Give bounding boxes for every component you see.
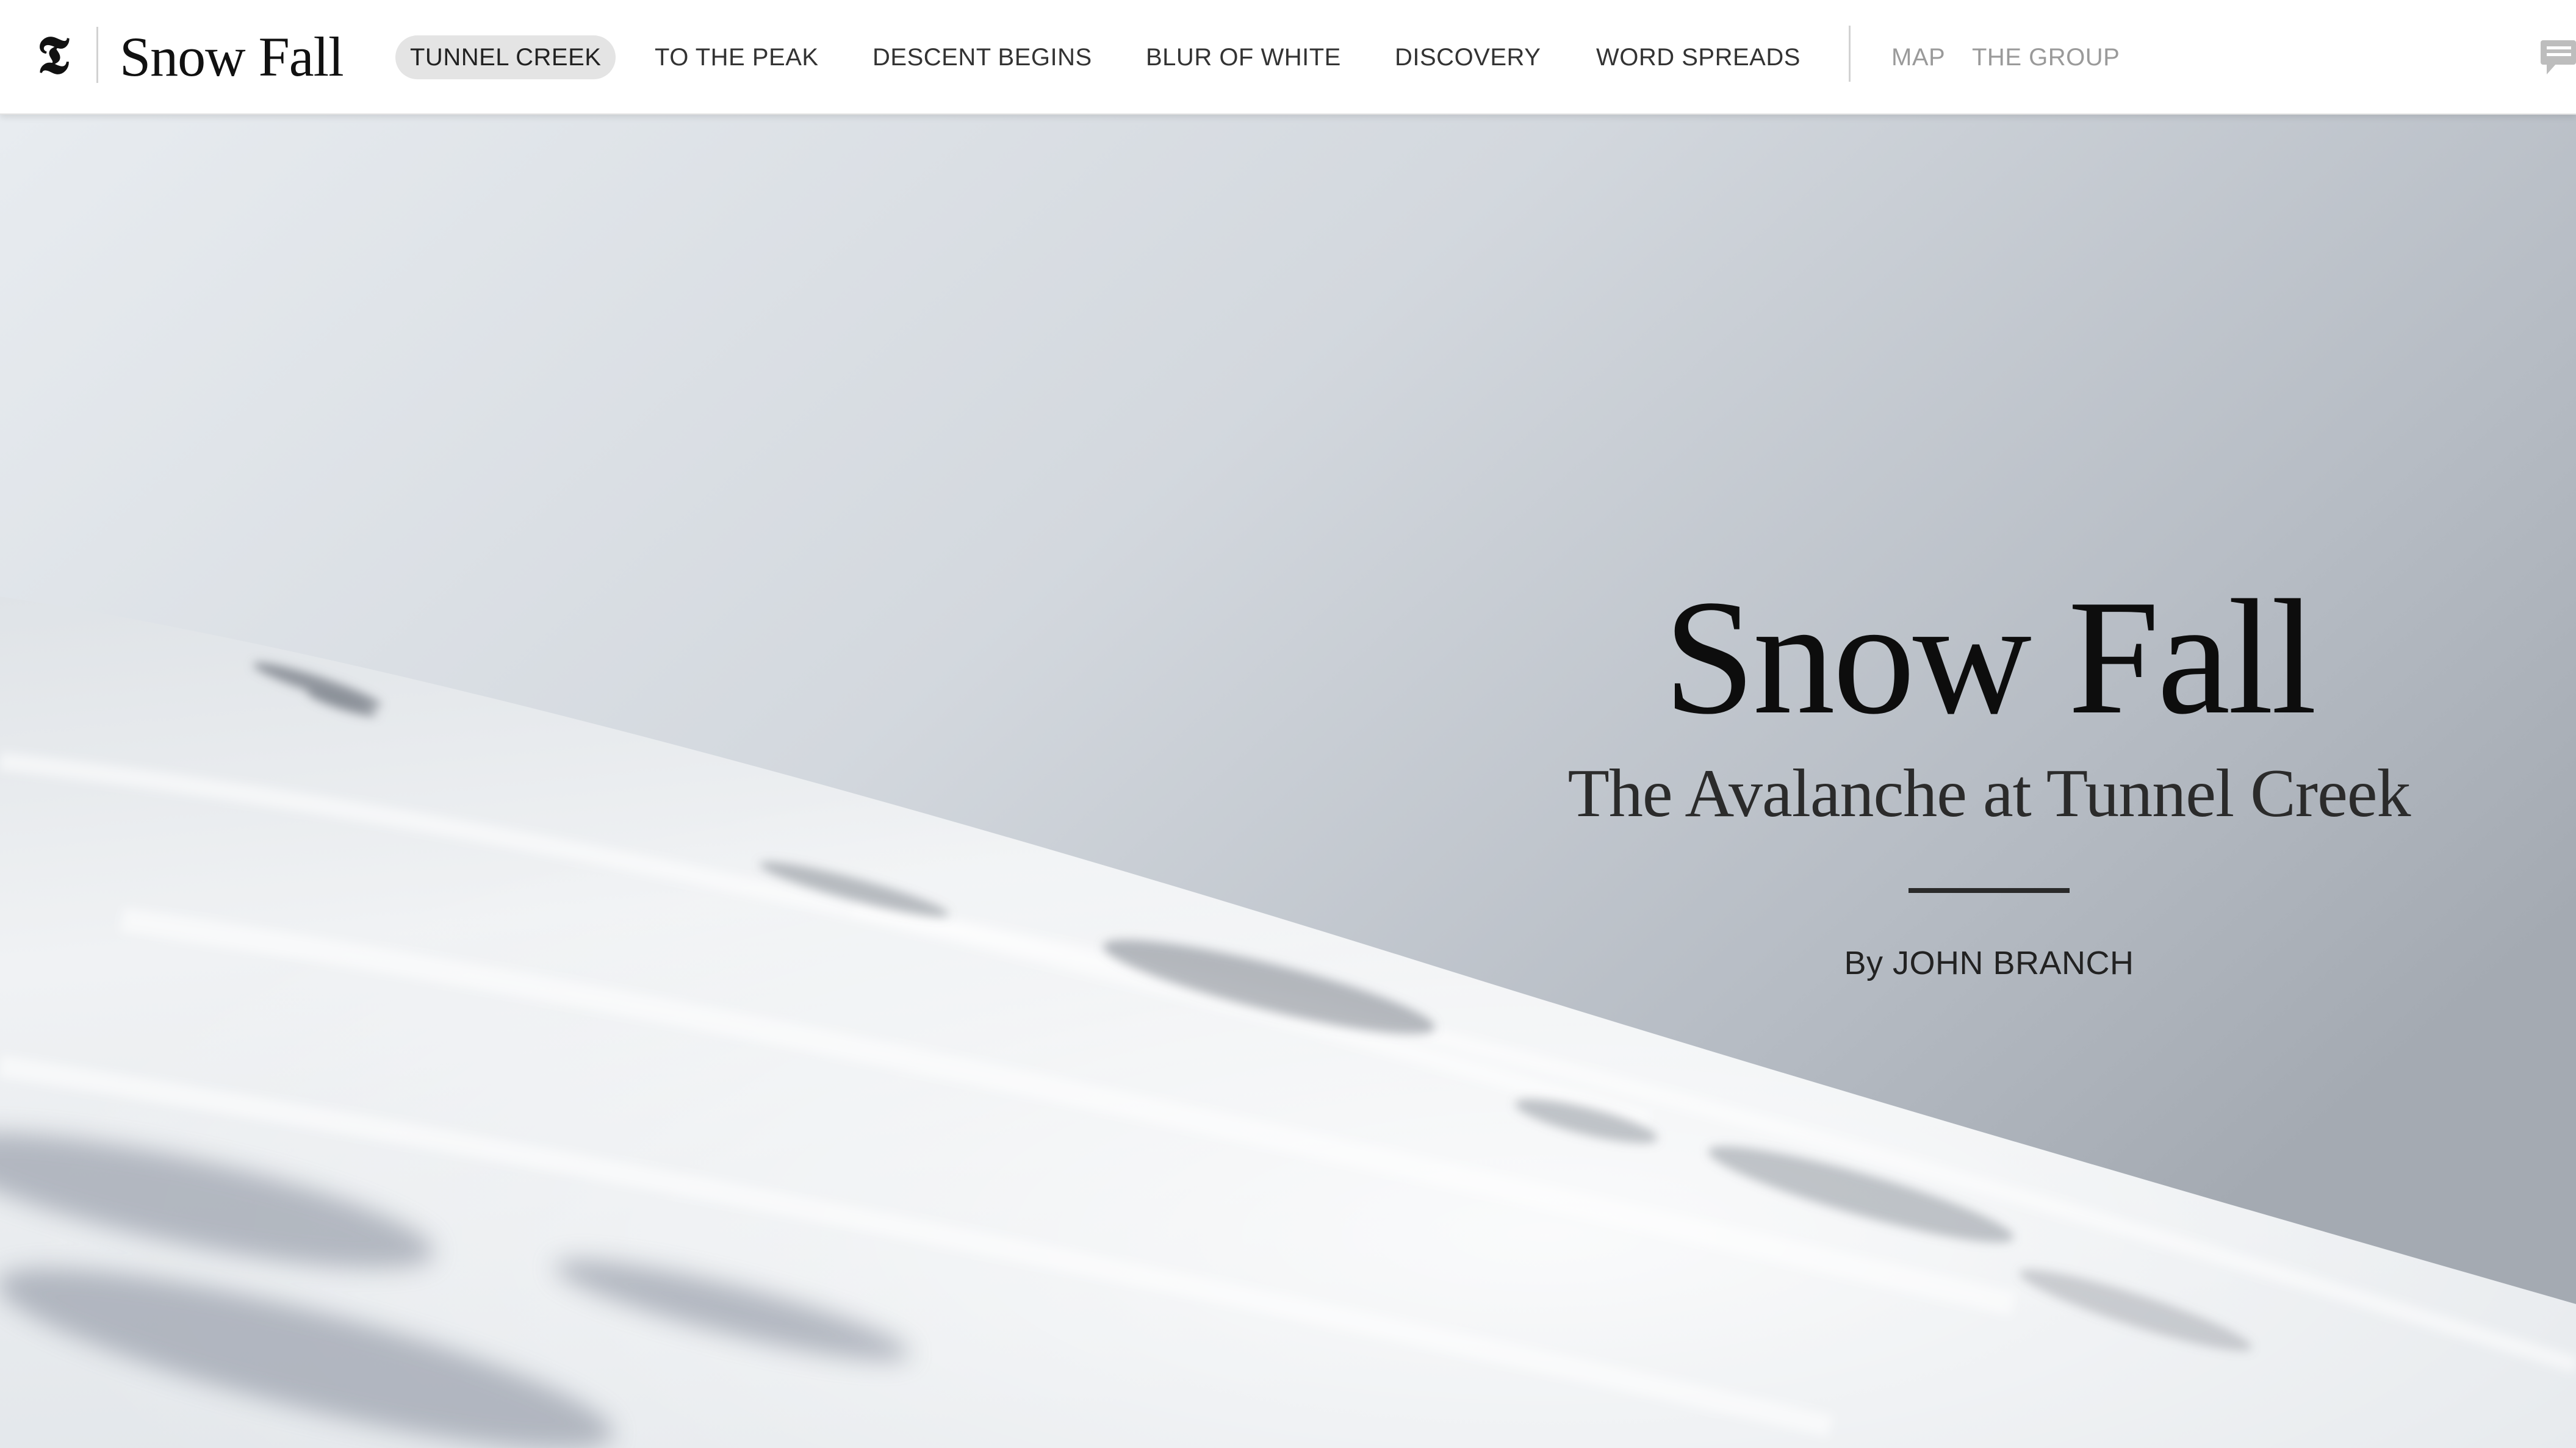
page-subtitle: The Avalanche at Tunnel Creek bbox=[1567, 756, 2411, 831]
page-title: Snow Fall bbox=[1663, 566, 2317, 748]
nav-tab-discovery[interactable]: DISCOVERY bbox=[1395, 35, 1541, 79]
byline: By JOHN BRANCH bbox=[1844, 945, 2134, 981]
nav-tab-blur-of-white[interactable]: BLUR OF WHITE bbox=[1146, 35, 1341, 79]
nav-link-map[interactable]: MAP bbox=[1891, 35, 1945, 79]
nav-tab-to-the-peak[interactable]: TO THE PEAK bbox=[655, 35, 819, 79]
top-nav-bar: 𝕿 Snow Fall TUNNEL CREEK TO THE PEAK DES… bbox=[0, 0, 2576, 115]
nav-link-the-group[interactable]: THE GROUP bbox=[1972, 35, 2120, 79]
nav-tab-word-spreads[interactable]: WORD SPREADS bbox=[1596, 35, 1801, 79]
comment-icon[interactable] bbox=[2538, 37, 2576, 79]
nav-divider bbox=[1849, 26, 1851, 82]
nav-tab-tunnel-creek[interactable]: TUNNEL CREEK bbox=[395, 35, 616, 79]
hero-section: Snow Fall The Avalanche at Tunnel Creek … bbox=[0, 115, 2576, 1448]
nyt-logo-icon[interactable]: 𝕿 bbox=[32, 28, 74, 83]
logo-divider bbox=[96, 27, 98, 83]
nav-tab-descent-begins[interactable]: DESCENT BEGINS bbox=[872, 35, 1092, 79]
headline-divider bbox=[1909, 888, 2070, 893]
headline-block: Snow Fall The Avalanche at Tunnel Creek … bbox=[1495, 566, 2483, 984]
brand-title[interactable]: Snow Fall bbox=[120, 23, 344, 90]
